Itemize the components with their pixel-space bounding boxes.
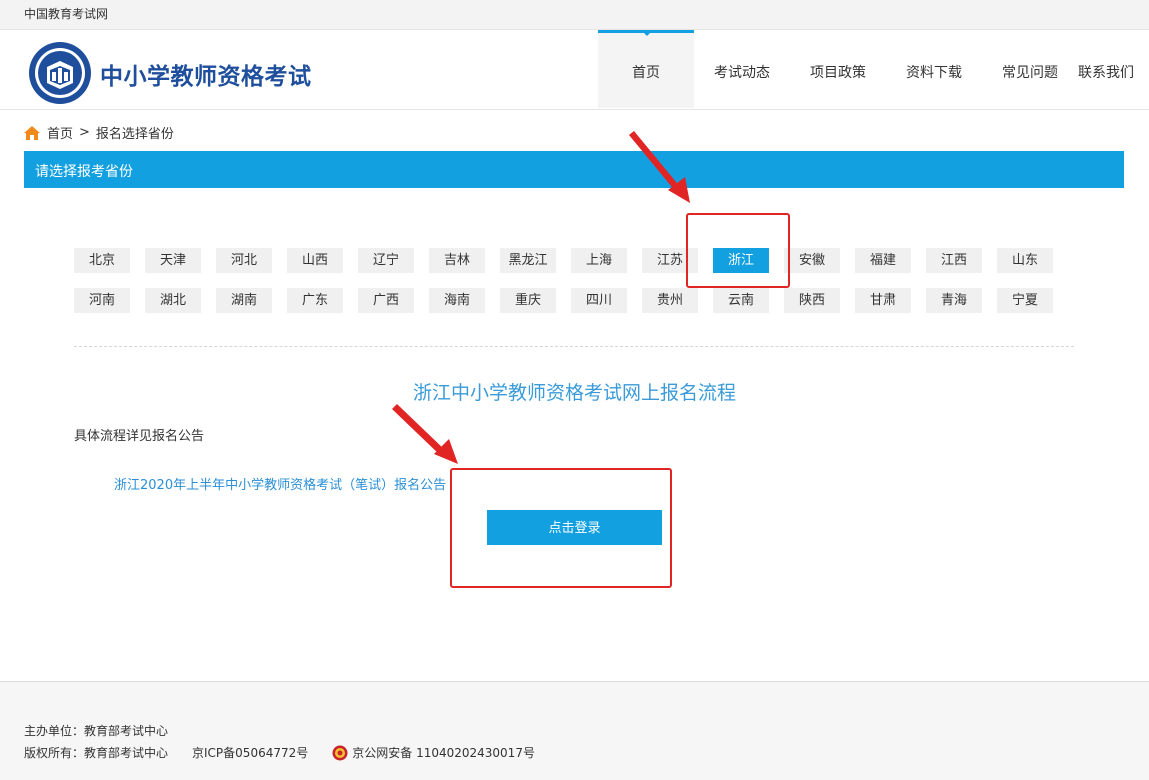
nav-home[interactable]: 首页: [598, 30, 694, 108]
province-guangdong[interactable]: 广东: [287, 288, 343, 313]
footer-copyright: 版权所有：教育部考试中心: [24, 746, 169, 760]
nav-exam-news[interactable]: 考试动态: [694, 30, 790, 108]
province-gansu[interactable]: 甘肃: [855, 288, 911, 313]
province-guangxi[interactable]: 广西: [358, 288, 414, 313]
logo-title[interactable]: 中小学教师资格考试: [100, 57, 312, 91]
footer-organizer: 主办单位：教育部考试中心: [24, 724, 169, 738]
nav-faq[interactable]: 常见问题: [982, 30, 1078, 108]
province-hainan[interactable]: 海南: [429, 288, 485, 313]
police-badge-icon: [332, 745, 348, 760]
arrow-to-login-icon: [392, 404, 458, 464]
flow-title: 浙江中小学教师资格考试网上报名流程: [412, 382, 736, 404]
footer-icp-link[interactable]: 京ICP备05064772号: [192, 744, 308, 761]
breadcrumb-current: 报名选择省份: [95, 127, 174, 142]
header: 中小学教师资格考试 首页 考试动态 项目政策 资料下载 常见问题 联系我们: [0, 30, 1149, 110]
province-shanghai[interactable]: 上海: [571, 248, 627, 273]
province-heilongjiang[interactable]: 黑龙江: [500, 248, 556, 273]
site-name-link[interactable]: 中国教育考试网: [24, 5, 108, 22]
province-fujian[interactable]: 福建: [855, 248, 911, 273]
province-jilin[interactable]: 吉林: [429, 248, 485, 273]
nav-label: 常见问题: [1002, 65, 1058, 81]
breadcrumb-home[interactable]: 首页: [47, 123, 73, 142]
active-notch: [641, 30, 653, 36]
province-jiangxi[interactable]: 江西: [926, 248, 982, 273]
notice-link[interactable]: 浙江2020年上半年中小学教师资格考试（笔试）报名公告: [114, 474, 446, 493]
province-ningxia[interactable]: 宁夏: [997, 288, 1053, 313]
nav-label: 资料下载: [906, 65, 962, 81]
flow-detail-text: 具体流程详见报名公告: [74, 429, 205, 444]
province-henan[interactable]: 河南: [74, 288, 130, 313]
province-chongqing[interactable]: 重庆: [500, 288, 556, 313]
nav-label: 联系我们: [1078, 65, 1134, 81]
province-tianjin[interactable]: 天津: [145, 248, 201, 273]
nav-policy[interactable]: 项目政策: [790, 30, 886, 108]
login-button[interactable]: 点击登录: [487, 510, 662, 545]
province-qinghai[interactable]: 青海: [926, 288, 982, 313]
nav-downloads[interactable]: 资料下载: [886, 30, 982, 108]
province-guizhou[interactable]: 贵州: [642, 288, 698, 313]
exam-emblem-icon[interactable]: [28, 41, 92, 105]
breadcrumb: 首页 > 报名选择省份: [24, 123, 174, 142]
province-shandong[interactable]: 山东: [997, 248, 1053, 273]
section-title-bar: 请选择报考省份: [24, 151, 1124, 188]
province-anhui[interactable]: 安徽: [784, 248, 840, 273]
nav-label: 首页: [632, 65, 660, 81]
section-title: 请选择报考省份: [35, 164, 133, 180]
province-hunan[interactable]: 湖南: [216, 288, 272, 313]
province-shanxi[interactable]: 山西: [287, 248, 343, 273]
divider: [74, 346, 1074, 347]
footer: 主办单位：教育部考试中心 版权所有：教育部考试中心 京ICP备05064772号…: [0, 681, 1149, 780]
province-beijing[interactable]: 北京: [74, 248, 130, 273]
province-liaoning[interactable]: 辽宁: [358, 248, 414, 273]
footer-police-record-link[interactable]: 京公网安备 11040202430017号: [352, 744, 535, 761]
province-hubei[interactable]: 湖北: [145, 288, 201, 313]
nav-label: 项目政策: [810, 65, 866, 81]
province-zhejiang[interactable]: 浙江: [713, 248, 769, 273]
province-sichuan[interactable]: 四川: [571, 288, 627, 313]
nav-contact[interactable]: 联系我们: [1078, 30, 1138, 108]
main-nav: 首页 考试动态 项目政策 资料下载 常见问题 联系我们: [598, 30, 1138, 110]
breadcrumb-separator: >: [79, 125, 90, 140]
province-jiangsu[interactable]: 江苏: [642, 248, 698, 273]
nav-label: 考试动态: [714, 65, 770, 81]
province-shaanxi[interactable]: 陕西: [784, 288, 840, 313]
home-icon[interactable]: [24, 125, 40, 140]
province-yunnan[interactable]: 云南: [713, 288, 769, 313]
top-bar: 中国教育考试网: [0, 0, 1149, 30]
footer-line-2: 版权所有：教育部考试中心 京ICP备05064772号 京公网安备 110402…: [24, 744, 535, 761]
province-hebei[interactable]: 河北: [216, 248, 272, 273]
